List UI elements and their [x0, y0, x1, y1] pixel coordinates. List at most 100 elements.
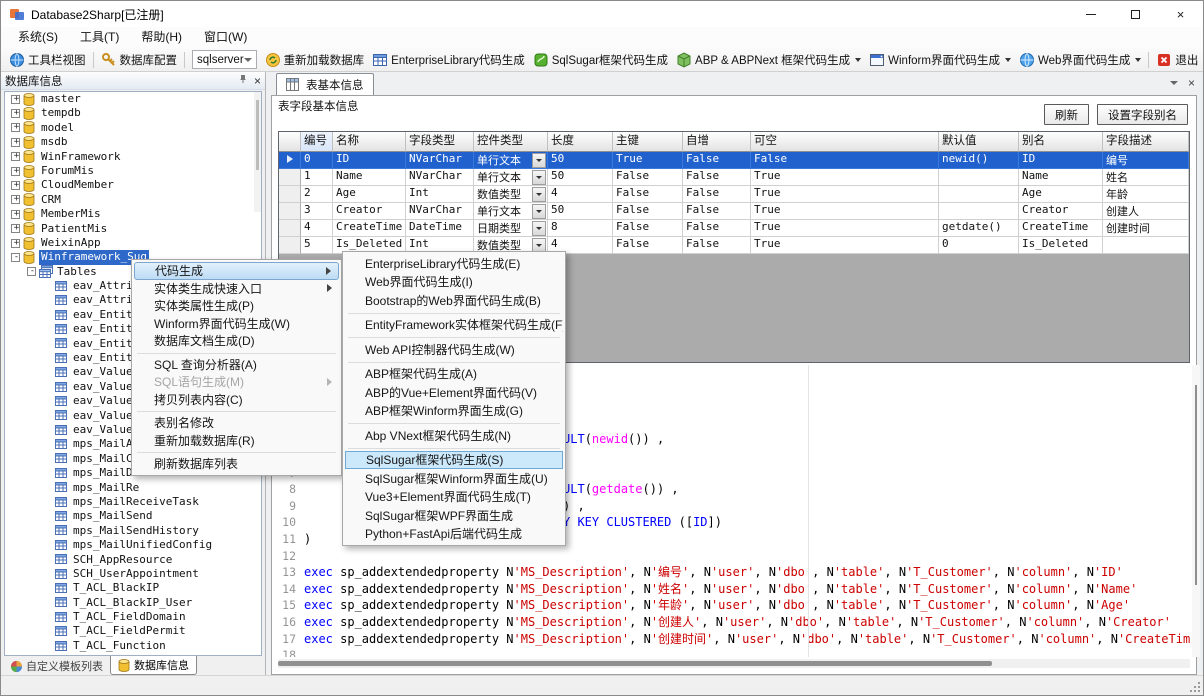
expand-icon[interactable]: [11, 138, 20, 147]
grid-cell[interactable]: 2: [301, 186, 333, 203]
table-row[interactable]: 3CreatorNVarChar单行文本50FalseFalseTrueCrea…: [279, 203, 1189, 220]
grid-cell[interactable]: Creator: [1019, 203, 1103, 220]
expand-icon[interactable]: [11, 152, 20, 161]
grid-cell[interactable]: NVarChar: [406, 203, 474, 220]
toolbar-button-abp[interactable]: ABP & ABPNext 框架代码生成: [672, 49, 865, 71]
expand-icon[interactable]: [11, 210, 20, 219]
menu-item[interactable]: SQL 查询分析器(A): [134, 356, 339, 374]
tree-node[interactable]: mps_MailRe: [5, 481, 261, 495]
grid-cell[interactable]: 5: [301, 237, 333, 254]
row-selector-cell[interactable]: [279, 237, 301, 254]
grid-cell[interactable]: [1103, 237, 1189, 254]
grid-column-header[interactable]: 控件类型: [474, 132, 548, 152]
grid-cell[interactable]: False: [751, 152, 939, 169]
grid-column-header[interactable]: 字段描述: [1103, 132, 1189, 152]
toolbar-button-web[interactable]: Web界面代码生成: [1015, 49, 1145, 71]
table-row[interactable]: 2AgeInt数值类型4FalseFalseTrueAge年龄: [279, 186, 1189, 203]
tree-node[interactable]: T_ACL_Function: [5, 639, 261, 653]
grid-cell[interactable]: Name: [333, 169, 406, 186]
grid-cell[interactable]: CreateTime: [333, 220, 406, 237]
expand-icon[interactable]: [11, 95, 20, 104]
menubar-item[interactable]: 帮助(H): [130, 27, 193, 48]
tree-node[interactable]: T_ACL_FieldDomain: [5, 610, 261, 624]
menu-item[interactable]: Python+FastApi后端代码生成: [345, 525, 563, 544]
grid-cell[interactable]: 50: [548, 169, 613, 186]
menu-item[interactable]: 数据库文档生成(D): [134, 332, 339, 350]
menu-item[interactable]: 拷贝列表内容(C): [134, 391, 339, 409]
expand-icon[interactable]: [11, 167, 20, 176]
sidebar-close-icon[interactable]: ×: [254, 76, 261, 86]
cell-dropdown-button[interactable]: [532, 204, 546, 219]
tree-node[interactable]: CRM: [5, 193, 261, 207]
toolbar-button-winform[interactable]: Winform界面代码生成: [865, 49, 1015, 71]
grid-cell[interactable]: True: [613, 152, 683, 169]
grid-cell[interactable]: False: [683, 220, 751, 237]
sidebar-tab[interactable]: 数据库信息: [110, 656, 197, 675]
tree-node[interactable]: T_ACL_BlackIP_User: [5, 596, 261, 610]
cell-dropdown-button[interactable]: [532, 187, 546, 202]
grid-cell[interactable]: 0: [301, 152, 333, 169]
grid-cell[interactable]: DateTime: [406, 220, 474, 237]
row-selector-cell[interactable]: [279, 203, 301, 220]
grid-column-header[interactable]: 主键: [613, 132, 683, 152]
grid-cell[interactable]: [939, 203, 1019, 220]
grid-cell[interactable]: 数值类型: [474, 186, 548, 203]
maximize-button[interactable]: [1113, 1, 1158, 27]
tree-node[interactable]: master: [5, 92, 261, 106]
menu-item[interactable]: 重新加载数据库(R): [134, 432, 339, 450]
grid-cell[interactable]: CreateTime: [1019, 220, 1103, 237]
sidebar-tab[interactable]: 自定义模板列表: [3, 657, 110, 675]
grid-cell[interactable]: False: [613, 186, 683, 203]
tree-node[interactable]: SCH_AppResource: [5, 553, 261, 567]
grid-cell[interactable]: Int: [406, 186, 474, 203]
menubar-item[interactable]: 窗口(W): [193, 27, 258, 48]
grid-cell[interactable]: 1: [301, 169, 333, 186]
expand-icon[interactable]: [11, 181, 20, 190]
menu-item[interactable]: Vue3+Element界面代码生成(T): [345, 488, 563, 507]
grid-cell[interactable]: 50: [548, 152, 613, 169]
grid-cell[interactable]: 3: [301, 203, 333, 220]
menu-item[interactable]: SqlSugar框架代码生成(S): [345, 451, 563, 470]
grid-cell[interactable]: Is_Deleted: [1019, 237, 1103, 254]
expand-icon[interactable]: [11, 224, 20, 233]
grid-cell[interactable]: True: [751, 203, 939, 220]
grid-column-header[interactable]: 别名: [1019, 132, 1103, 152]
tree-node[interactable]: T_ACL_FieldPermit: [5, 624, 261, 638]
tree-node[interactable]: SCH_UserAppointment: [5, 567, 261, 581]
row-selector-cell[interactable]: [279, 169, 301, 186]
grid-column-header[interactable]: 长度: [548, 132, 613, 152]
tree-node[interactable]: model: [5, 121, 261, 135]
tree-node[interactable]: mps_MailSendHistory: [5, 524, 261, 538]
expand-icon[interactable]: [11, 195, 20, 204]
menubar-item[interactable]: 工具(T): [69, 27, 130, 48]
tree-node[interactable]: WinFramework: [5, 150, 261, 164]
menu-item[interactable]: Web API控制器代码生成(W): [345, 340, 563, 359]
tab-close-icon[interactable]: ×: [1188, 77, 1195, 89]
grid-cell[interactable]: 4: [548, 186, 613, 203]
toolbar-button-db-config[interactable]: 数据库配置: [97, 49, 182, 71]
table-row[interactable]: 4CreateTimeDateTime日期类型8FalseFalseTruege…: [279, 220, 1189, 237]
expand-icon[interactable]: [11, 239, 20, 248]
grid-cell[interactable]: ID: [1019, 152, 1103, 169]
collapse-icon[interactable]: [27, 267, 36, 276]
tree-node[interactable]: mps_MailSend: [5, 509, 261, 523]
grid-cell[interactable]: False: [683, 186, 751, 203]
menu-item[interactable]: ABP的Vue+Element界面代码(V): [345, 383, 563, 402]
pin-icon[interactable]: [238, 74, 248, 87]
toolbar-button-sqlsugar[interactable]: SqlSugar框架代码生成: [529, 49, 672, 71]
row-selector-cell[interactable]: [279, 220, 301, 237]
cell-dropdown-button[interactable]: [532, 221, 546, 236]
grid-cell[interactable]: False: [683, 152, 751, 169]
grid-cell[interactable]: 单行文本: [474, 169, 548, 186]
grid-cell[interactable]: getdate(): [939, 220, 1019, 237]
grid-cell[interactable]: 单行文本: [474, 152, 548, 169]
menu-item[interactable]: ABP框架Winform界面生成(G): [345, 402, 563, 421]
grid-cell[interactable]: NVarChar: [406, 152, 474, 169]
tree-node[interactable]: MemberMis: [5, 207, 261, 221]
code-hscrollbar[interactable]: [278, 659, 1190, 668]
grid-cell[interactable]: newid(): [939, 152, 1019, 169]
grid-cell[interactable]: Name: [1019, 169, 1103, 186]
expand-icon[interactable]: [11, 109, 20, 118]
tab-table-basic-info[interactable]: 表基本信息: [276, 73, 374, 95]
menu-item[interactable]: 刷新数据库列表: [134, 455, 339, 473]
